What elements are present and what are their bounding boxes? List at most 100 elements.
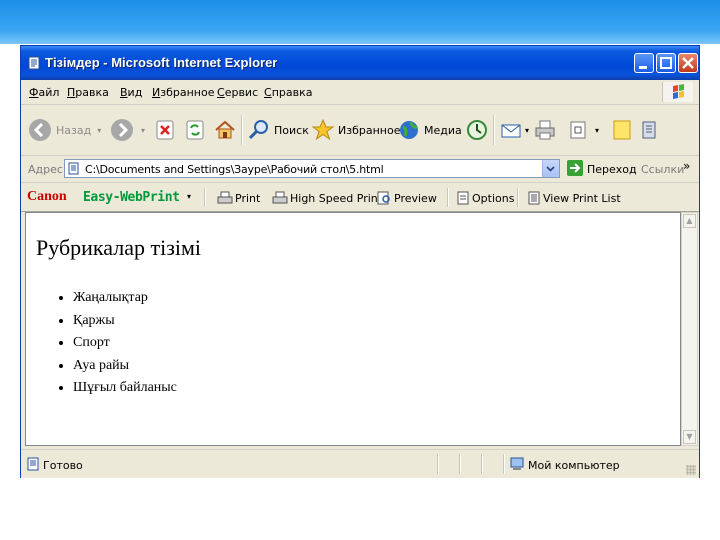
- forward-dropdown-icon[interactable]: ▾: [141, 126, 145, 135]
- search-icon: [248, 120, 268, 140]
- status-separator: [481, 454, 483, 474]
- options-button[interactable]: Options: [456, 191, 514, 205]
- history-button[interactable]: [465, 111, 489, 149]
- view-print-list-button[interactable]: View Print List: [527, 191, 621, 205]
- canon-print-toolbar: Canon Easy-WebPrint ▾ Print High Speed P…: [21, 183, 699, 212]
- search-button[interactable]: Поиск: [247, 111, 309, 149]
- print-icon: [217, 191, 233, 204]
- menu-tools-accel: С: [217, 86, 225, 99]
- menu-help[interactable]: Справка: [264, 86, 312, 99]
- vertical-scrollbar[interactable]: ▲ ▼: [681, 212, 698, 446]
- high-speed-print-label: High Speed Print: [290, 191, 383, 205]
- mail-button[interactable]: ▾: [499, 111, 529, 149]
- page-content: Рубрикалар тізімі Жаңалықтар Қаржы Спорт…: [25, 212, 681, 446]
- links-label[interactable]: Ссылки: [641, 163, 684, 176]
- discuss-button[interactable]: [611, 111, 633, 149]
- list-item: Спорт: [73, 332, 177, 355]
- printbar-separator: [447, 188, 449, 207]
- address-dropdown-button[interactable]: [542, 160, 559, 177]
- media-button[interactable]: Медиа: [397, 111, 462, 149]
- maximize-button[interactable]: [656, 53, 676, 73]
- favorites-label: Избранное: [338, 123, 401, 137]
- preview-icon: [377, 191, 390, 205]
- minimize-icon: [639, 66, 647, 69]
- star-icon: [311, 118, 335, 141]
- edit-button[interactable]: ▾: [567, 111, 599, 149]
- my-computer-icon: [510, 457, 524, 470]
- printbar-separator: [204, 188, 206, 207]
- status-text: Готово: [43, 459, 83, 472]
- toolbar-separator: [241, 115, 243, 145]
- list-item: Жаңалықтар: [73, 287, 177, 310]
- search-label: Поиск: [274, 123, 309, 137]
- easy-webprint-dropdown-icon[interactable]: ▾: [187, 192, 191, 201]
- ie-window: Тізімдер - Microsoft Internet Explorer Ф…: [20, 45, 700, 478]
- links-chevron-icon[interactable]: »: [683, 159, 690, 173]
- menu-help-label: правка: [271, 86, 313, 99]
- go-label[interactable]: Переход: [587, 163, 637, 176]
- menu-tools[interactable]: Сервис: [217, 86, 258, 99]
- menu-favorites[interactable]: Избранное: [152, 86, 214, 99]
- stop-button[interactable]: [155, 111, 175, 149]
- minimize-button[interactable]: [634, 53, 654, 73]
- status-bar: Готово Мой компьютер: [21, 449, 699, 478]
- toolbar-separator: [493, 115, 495, 145]
- media-label: Медиа: [424, 123, 462, 137]
- home-icon: [215, 120, 235, 139]
- back-label: Назад: [56, 123, 92, 137]
- refresh-button[interactable]: [185, 111, 205, 149]
- stop-icon: [156, 120, 174, 140]
- scroll-down-button[interactable]: ▼: [683, 430, 696, 444]
- canon-logo: Canon: [27, 189, 67, 204]
- scroll-up-button[interactable]: ▲: [683, 214, 696, 228]
- close-icon: [682, 57, 694, 69]
- preview-button[interactable]: Preview: [376, 191, 437, 205]
- go-arrow-icon: [570, 163, 581, 173]
- title-bar[interactable]: Тізімдер - Microsoft Internet Explorer: [21, 46, 699, 80]
- print-button[interactable]: [533, 111, 557, 149]
- windows-logo: [662, 82, 693, 102]
- windows-flag-icon: [673, 84, 684, 99]
- menu-edit[interactable]: Правка: [67, 86, 109, 99]
- forward-button[interactable]: ▾: [109, 111, 145, 149]
- menu-file-label: айл: [38, 86, 60, 99]
- back-button[interactable]: Назад ▾: [27, 111, 101, 149]
- printer-icon: [535, 120, 555, 140]
- status-separator: [437, 454, 439, 474]
- page-heading: Рубрикалар тізімі: [36, 235, 202, 260]
- media-globe-icon: [400, 121, 418, 139]
- close-button[interactable]: [678, 53, 698, 73]
- security-zone-text: Мой компьютер: [528, 459, 620, 472]
- back-dropdown-icon[interactable]: ▾: [97, 126, 101, 135]
- messenger-button[interactable]: [639, 111, 661, 149]
- edit-dropdown-icon[interactable]: ▾: [595, 126, 599, 135]
- preview-label: Preview: [394, 191, 437, 205]
- options-icon: [457, 191, 469, 205]
- address-label: Адрес: [28, 163, 63, 176]
- menu-view[interactable]: Вид: [120, 86, 142, 99]
- easy-webprint-button[interactable]: Easy-WebPrint: [83, 190, 180, 205]
- options-label: Options: [472, 191, 515, 205]
- go-button[interactable]: [567, 160, 583, 176]
- mail-dropdown-icon[interactable]: ▾: [525, 126, 529, 135]
- standard-toolbar: Назад ▾ ▾ Поиск Избранное Медиа ▾ ▾: [21, 105, 699, 156]
- refresh-icon: [186, 120, 204, 140]
- menu-view-accel: В: [120, 86, 128, 99]
- home-button[interactable]: [213, 111, 237, 149]
- mail-icon: [501, 124, 521, 138]
- address-input[interactable]: C:\Documents and Settings\Зауре\Рабочий …: [64, 159, 560, 178]
- address-value: C:\Documents and Settings\Зауре\Рабочий …: [85, 163, 384, 176]
- history-icon: [467, 120, 487, 140]
- document-edit-icon: [570, 121, 586, 139]
- list-item: Қаржы: [73, 310, 177, 333]
- canon-print-button[interactable]: Print: [217, 191, 260, 205]
- menu-file[interactable]: Файл: [29, 86, 59, 99]
- status-separator: [459, 454, 461, 474]
- note-icon: [613, 120, 631, 140]
- high-speed-print-button[interactable]: High Speed Print: [272, 191, 382, 205]
- address-bar: Адрес C:\Documents and Settings\Зауре\Ра…: [21, 156, 699, 183]
- favorites-button[interactable]: Избранное: [311, 111, 400, 149]
- forward-arrow-icon: [111, 119, 133, 141]
- resize-grip[interactable]: [686, 465, 696, 475]
- menu-favorites-accel: И: [152, 86, 161, 99]
